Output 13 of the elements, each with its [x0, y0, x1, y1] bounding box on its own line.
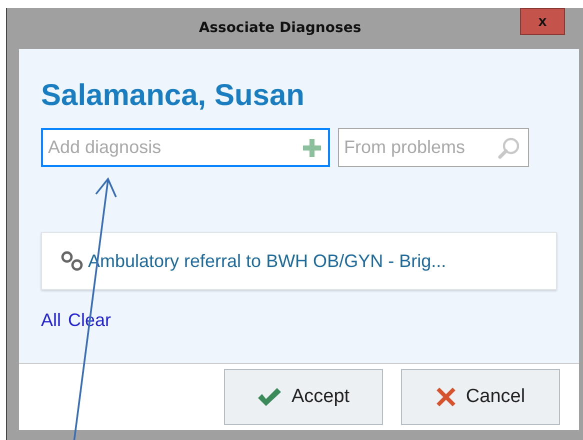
close-icon: [436, 387, 456, 407]
window-title: Associate Diagnoses: [198, 19, 362, 38]
cancel-button[interactable]: Cancel: [401, 369, 560, 425]
accept-button[interactable]: Accept: [224, 369, 383, 425]
select-link[interactable]: All: [41, 307, 62, 334]
linked-circles-icon: [60, 250, 84, 272]
diagnosis-field[interactable]: Add diagnosis: [41, 128, 330, 167]
close-button[interactable]: x: [520, 8, 565, 35]
checkmark-icon: [257, 387, 282, 407]
problems-search-field[interactable]: From problems: [338, 128, 529, 167]
search-icon: [498, 136, 520, 158]
patient-name: Salamanca, Susan: [41, 79, 306, 112]
plus-icon: [303, 138, 321, 156]
